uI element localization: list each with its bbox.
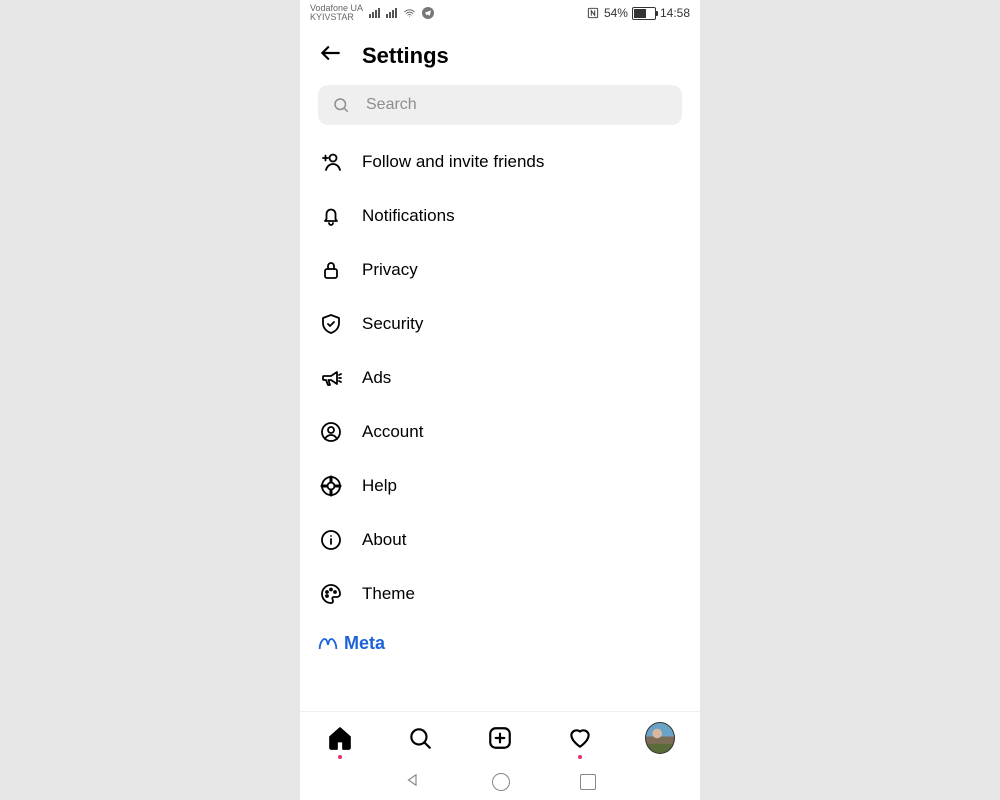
tab-search[interactable]: [405, 723, 435, 753]
meta-label: Meta: [344, 633, 385, 654]
info-icon: [318, 527, 344, 553]
signal-icon: [369, 8, 380, 18]
menu-ads[interactable]: Ads: [300, 351, 700, 405]
menu-follow-invite[interactable]: Follow and invite friends: [300, 135, 700, 189]
android-back-button[interactable]: [404, 771, 422, 794]
menu-label: Help: [362, 476, 397, 496]
palette-icon: [318, 581, 344, 607]
menu-label: Notifications: [362, 206, 455, 226]
home-icon: [327, 725, 353, 751]
menu-security[interactable]: Security: [300, 297, 700, 351]
status-left: Vodafone UA KYIVSTAR: [310, 4, 434, 22]
android-home-button[interactable]: [492, 773, 510, 791]
carrier-line2: KYIVSTAR: [310, 13, 363, 22]
heart-icon: [567, 725, 593, 751]
arrow-left-icon: [318, 40, 344, 66]
android-nav-bar: [300, 764, 700, 800]
battery-icon: [632, 7, 656, 20]
search-icon: [332, 96, 350, 114]
bottom-tab-bar: [300, 711, 700, 764]
menu-label: Follow and invite friends: [362, 152, 544, 172]
android-recents-button[interactable]: [580, 774, 596, 790]
triangle-back-icon: [404, 771, 422, 789]
nfc-icon: [586, 6, 600, 20]
menu-label: Ads: [362, 368, 391, 388]
tab-create[interactable]: [485, 723, 515, 753]
meta-icon: [318, 634, 338, 654]
menu-account[interactable]: Account: [300, 405, 700, 459]
telegram-icon: [422, 7, 434, 19]
status-right: 54% 14:58: [586, 6, 690, 20]
settings-list: Follow and invite friends Notifications …: [300, 125, 700, 711]
back-button[interactable]: [318, 40, 344, 71]
menu-theme[interactable]: Theme: [300, 567, 700, 621]
notification-dot: [578, 755, 582, 759]
status-time: 14:58: [660, 6, 690, 20]
wifi-icon: [403, 7, 416, 20]
tab-home[interactable]: [325, 723, 355, 753]
signal-icon-2: [386, 8, 397, 18]
search-field[interactable]: [318, 85, 682, 125]
phone-frame: Vodafone UA KYIVSTAR 54% 14:58 Settings: [300, 0, 700, 800]
account-circle-icon: [318, 419, 344, 445]
add-person-icon: [318, 149, 344, 175]
menu-label: Security: [362, 314, 423, 334]
carrier-label: Vodafone UA KYIVSTAR: [310, 4, 363, 22]
bell-icon: [318, 203, 344, 229]
battery-percent: 54%: [604, 6, 628, 20]
app-header: Settings: [300, 26, 700, 85]
search-icon: [407, 725, 433, 751]
plus-square-icon: [487, 725, 513, 751]
meta-brand: Meta: [300, 621, 700, 654]
menu-privacy[interactable]: Privacy: [300, 243, 700, 297]
menu-label: Theme: [362, 584, 415, 604]
status-bar: Vodafone UA KYIVSTAR 54% 14:58: [300, 0, 700, 26]
menu-label: Account: [362, 422, 423, 442]
menu-about[interactable]: About: [300, 513, 700, 567]
avatar: [645, 722, 675, 754]
page-title: Settings: [362, 43, 449, 69]
search-input[interactable]: [364, 95, 668, 115]
help-icon: [318, 473, 344, 499]
tab-profile[interactable]: [645, 723, 675, 753]
shield-check-icon: [318, 311, 344, 337]
search-container: [300, 85, 700, 125]
menu-label: About: [362, 530, 406, 550]
menu-notifications[interactable]: Notifications: [300, 189, 700, 243]
menu-label: Privacy: [362, 260, 418, 280]
lock-icon: [318, 257, 344, 283]
tab-activity[interactable]: [565, 723, 595, 753]
megaphone-icon: [318, 365, 344, 391]
notification-dot: [338, 755, 342, 759]
menu-help[interactable]: Help: [300, 459, 700, 513]
